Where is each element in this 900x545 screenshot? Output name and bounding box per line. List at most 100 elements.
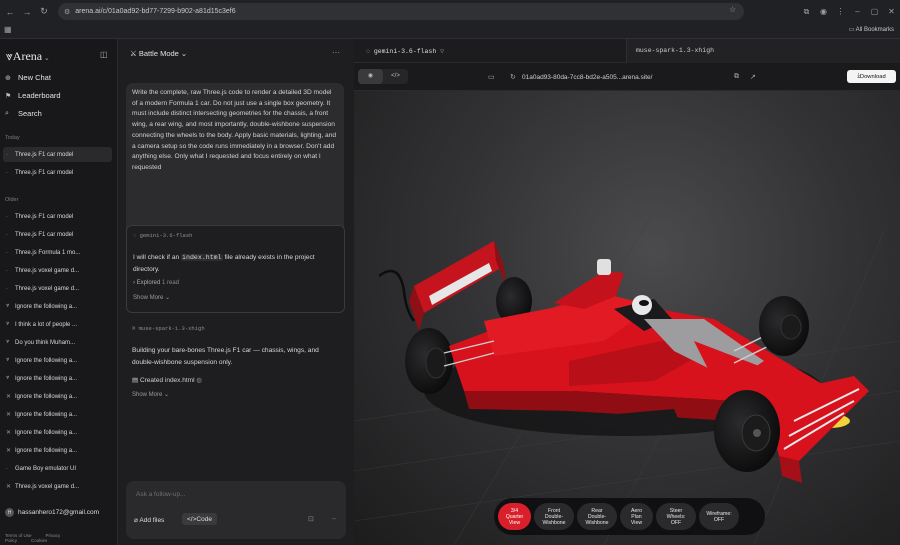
history-item[interactable]: ✕ Ignore the following a... (3, 389, 112, 404)
send-icon[interactable]: → (330, 515, 337, 522)
close-icon[interactable]: ✕ (883, 7, 900, 16)
open-external-icon[interactable]: ↗ (750, 73, 756, 81)
history-item[interactable]: · Three.js F1 car model (3, 147, 112, 162)
view-front-wishbone-button[interactable]: Front Double- Wishbone (534, 503, 574, 530)
show-more-button[interactable]: Show More ⌄ (132, 391, 169, 398)
battle-icon: ✕ (6, 412, 12, 418)
chat-icon: · (6, 267, 8, 274)
chat-input[interactable]: Ask a follow-up... ⌀ Add files </> Code … (126, 481, 346, 539)
more-options-icon[interactable]: ··· (332, 48, 340, 57)
forward-icon[interactable]: → (20, 5, 34, 19)
code-toggle-button[interactable]: </> Code (182, 513, 217, 525)
chat-icon: · (6, 465, 8, 472)
history-item[interactable]: · Three.js voxel game d... (3, 281, 112, 296)
view-quarter-button[interactable]: 3/4 Quarter View (498, 503, 531, 530)
preview-eye-icon[interactable]: ◉ (358, 69, 383, 84)
tab-model-a[interactable]: ◌ gemini-3.6-flash ▽ (366, 47, 444, 55)
battle-icon: ✕ (6, 394, 12, 400)
sidebar-toggle-icon[interactable]: ◫ (100, 50, 108, 59)
created-file-row[interactable]: ▤ Created index.html ◍ (132, 376, 202, 384)
history-item[interactable]: ⩔ Ignore the following a... (3, 299, 112, 314)
view-code-toggle[interactable]: ◉ </> (358, 69, 408, 84)
tab-model-b[interactable]: muse-spark-1.3-xhigh (636, 47, 714, 54)
chat-icon: · (6, 213, 8, 220)
apps-icon[interactable]: ▦ (4, 25, 12, 34)
response-card-1: ◌ gemini-3.6-flash I will check if an in… (126, 225, 345, 313)
site-info-icon[interactable]: ⚙ (64, 8, 70, 16)
download-button[interactable]: ⤓ Download (847, 70, 896, 83)
logo-text: Arena (12, 49, 43, 63)
all-bookmarks[interactable]: ▭ All Bookmarks (849, 26, 894, 33)
3d-viewport[interactable]: 3/4 Quarter View Front Double- Wishbone … (354, 91, 900, 545)
menu-icon[interactable]: ⋮ (832, 7, 849, 16)
image-generate-icon[interactable]: ⊡ (308, 515, 314, 523)
history-item[interactable]: ✕ Three.js voxel game d... (3, 479, 112, 494)
search-icon: ⌕ (5, 109, 9, 117)
history-item[interactable]: · Three.js F1 car model (3, 165, 112, 180)
history-item[interactable]: · Three.js F1 car model (3, 209, 112, 224)
view-aero-plan-button[interactable]: Aero Plan View (620, 503, 653, 530)
back-icon[interactable]: ← (3, 5, 17, 19)
copy-icon[interactable]: ⧉ (734, 73, 739, 81)
history-item[interactable]: ⩔ Ignore the following a... (3, 353, 112, 368)
model-name-label: gemini-3.6-flash (139, 232, 193, 239)
screen-icon[interactable]: ▭ (488, 73, 495, 81)
model-icon: ⌘ (132, 325, 139, 332)
code-label: Code (196, 515, 212, 523)
search-button[interactable]: ⌕ Search (5, 109, 42, 118)
arena-mode-icon: ⩔ (6, 339, 10, 345)
chat-icon: · (6, 249, 8, 256)
history-item[interactable]: ⩔ Ignore the following a... (3, 371, 112, 386)
battle-icon: ✕ (6, 448, 12, 454)
chevron-down-icon: ⌄ (163, 295, 171, 301)
history-item[interactable]: ✕ Ignore the following a... (3, 425, 112, 440)
status-icon: ◍ (194, 377, 202, 384)
history-label: Three.js F1 car model (15, 231, 74, 238)
history-label: Ignore the following a... (15, 393, 78, 400)
show-more-button[interactable]: Show More ⌄ (133, 294, 170, 301)
user-account[interactable]: Hhassanhero172@gmail.com (5, 508, 99, 517)
code-view-icon[interactable]: </> (383, 69, 408, 84)
explored-label: Explored (136, 280, 161, 286)
history-item[interactable]: · Three.js voxel game d... (3, 263, 112, 278)
history-label: Three.js F1 car model (15, 151, 74, 158)
new-chat-button[interactable]: ⊕ New Chat (5, 73, 51, 82)
mode-selector[interactable]: ⚔ Battle Mode ⌄ (130, 49, 187, 58)
history-item[interactable]: ✕ Ignore the following a... (3, 443, 112, 458)
view-rear-wishbone-button[interactable]: Rear Double- Wishbone (577, 503, 617, 530)
cookies-link[interactable]: Cookies (31, 538, 47, 543)
airbox (597, 259, 611, 275)
address-bar[interactable]: ⚙ arena.ai/c/01a0ad92-bd77-7299-b902-a81… (58, 3, 744, 20)
refresh-icon[interactable]: ↻ (510, 73, 516, 81)
history-item[interactable]: ✕ Ignore the following a... (3, 407, 112, 422)
all-bookmarks-label: All Bookmarks (855, 27, 894, 33)
preview-toolbar: ◉ </> ▭ ↻ 01a0ad93-80da-7cc8-bd2e-a505..… (354, 63, 900, 91)
history-label: I think a lot of people ... (15, 321, 78, 328)
mode-label: Battle Mode (138, 49, 179, 58)
search-label: Search (18, 109, 42, 118)
avatar: H (5, 508, 14, 517)
created-file-label: Created index.html (139, 377, 195, 384)
plus-icon: ⊕ (5, 74, 11, 82)
arena-logo[interactable]: ⩔Arena ⌄ (6, 49, 50, 64)
history-item[interactable]: ⩔ Do you think Muham... (3, 335, 112, 350)
explored-row[interactable]: › Explored 1 read (133, 280, 179, 286)
minimize-icon[interactable]: – (849, 7, 866, 16)
chat-icon: · (6, 231, 8, 238)
history-item[interactable]: · Game Boy emulator UI (3, 461, 112, 476)
history-label: Ignore the following a... (15, 429, 78, 436)
profile-icon[interactable]: ◉ (815, 7, 832, 16)
reload-icon[interactable]: ↻ (37, 5, 51, 19)
add-files-button[interactable]: ⌀ Add files (134, 516, 164, 524)
history-item[interactable]: · Three.js F1 car model (3, 227, 112, 242)
star-icon[interactable]: ☆ (729, 5, 736, 14)
maximize-icon[interactable]: ▢ (866, 7, 883, 16)
wireframe-toggle[interactable]: Wireframe: OFF (699, 503, 739, 530)
footer-links: Terms of Use Privacy Policy Cookies (5, 533, 117, 543)
leaderboard-link[interactable]: ⚑ Leaderboard (5, 91, 61, 100)
extensions-icon[interactable]: ⧉ (798, 7, 815, 17)
history-item[interactable]: ⩔ I think a lot of people ... (3, 317, 112, 332)
preview-url[interactable]: 01a0ad93-80da-7cc8-bd2e-a505...arena.sit… (522, 74, 652, 81)
steer-wheels-toggle[interactable]: Steer Wheels: OFF (656, 503, 696, 530)
history-item[interactable]: · Three.js Formula 1 mo... (3, 245, 112, 260)
